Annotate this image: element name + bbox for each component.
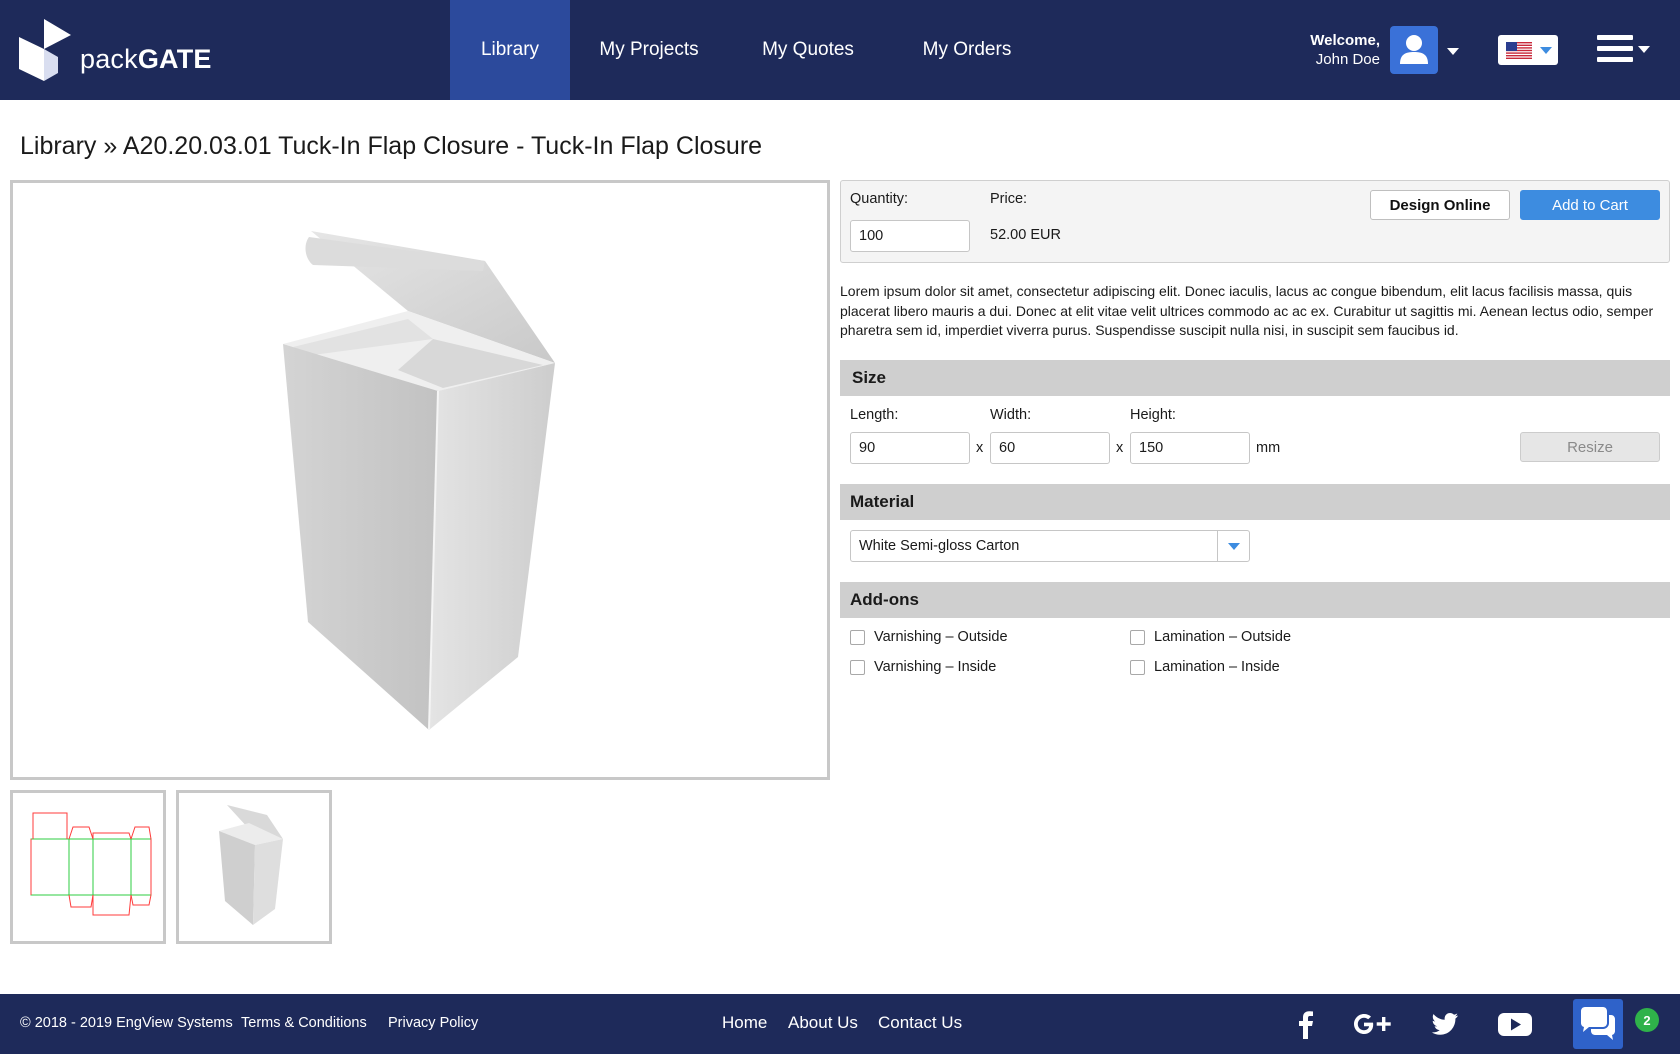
addon-lamination-outside[interactable]: Lamination – Outside (1130, 629, 1291, 645)
material-dropdown-toggle[interactable] (1217, 531, 1249, 561)
size-unit: mm (1256, 440, 1281, 456)
addon-label: Lamination – Inside (1154, 659, 1280, 675)
breadcrumb-separator: » (103, 132, 118, 160)
resize-button[interactable]: Resize (1520, 432, 1660, 462)
size-separator: x (1116, 440, 1124, 456)
price-value: 52.00 EUR (990, 227, 1061, 243)
addon-label: Varnishing – Inside (874, 659, 997, 675)
main-nav: Library My Projects My Quotes My Orders (450, 0, 1046, 100)
material-select[interactable]: White Semi-gloss Carton (850, 530, 1250, 562)
main-menu-button[interactable] (1597, 35, 1633, 65)
nav-my-projects[interactable]: My Projects (570, 0, 728, 100)
terms-link[interactable]: Terms & Conditions (241, 1015, 367, 1031)
quantity-input[interactable] (850, 220, 970, 252)
user-icon (1400, 35, 1428, 64)
checkbox[interactable] (1130, 659, 1145, 675)
thumbnail-dieline[interactable] (10, 790, 166, 944)
youtube-icon[interactable] (1497, 1009, 1533, 1039)
welcome-text: Welcome, John Doe (1300, 31, 1380, 69)
addon-lamination-inside[interactable]: Lamination – Inside (1130, 659, 1280, 675)
language-selector[interactable] (1498, 35, 1558, 65)
nav-my-quotes[interactable]: My Quotes (728, 0, 888, 100)
chat-count-badge: 2 (1635, 1008, 1659, 1032)
size-separator: x (976, 440, 984, 456)
addon-label: Lamination – Outside (1154, 629, 1292, 645)
checkbox[interactable] (850, 659, 865, 675)
design-online-button[interactable]: Design Online (1370, 190, 1510, 220)
main-menu-chevron-down-icon[interactable] (1638, 46, 1650, 53)
footer-home-link[interactable]: Home (722, 1013, 767, 1033)
user-avatar-button[interactable] (1390, 26, 1438, 74)
material-selected-value: White Semi-gloss Carton (859, 538, 1020, 554)
breadcrumb: Library » A20.20.03.01 Tuck-In Flap Clos… (20, 132, 762, 161)
height-label: Height: (1130, 407, 1176, 423)
add-to-cart-button[interactable]: Add to Cart (1520, 190, 1660, 220)
checkbox[interactable] (1130, 629, 1145, 645)
size-section-header: Size (840, 360, 1670, 396)
brand-name[interactable]: packGATE (80, 44, 212, 75)
product-description: Lorem ipsum dolor sit amet, consectetur … (840, 283, 1654, 338)
material-section-header: Material (840, 484, 1670, 520)
footer-about-link[interactable]: About Us (788, 1013, 858, 1033)
price-label: Price: (990, 191, 1028, 207)
footer-contact-link[interactable]: Contact Us (878, 1013, 962, 1033)
breadcrumb-library-link[interactable]: Library (20, 132, 96, 160)
addons-section-header: Add-ons (840, 582, 1670, 618)
google-plus-icon[interactable] (1351, 1009, 1393, 1039)
length-input[interactable] (850, 432, 970, 464)
quantity-label: Quantity: (850, 191, 909, 207)
language-chevron-down-icon (1540, 47, 1552, 54)
facebook-icon[interactable] (1298, 1009, 1314, 1039)
dieline-icon (30, 812, 152, 916)
page-title: A20.20.03.01 Tuck-In Flap Closure - Tuck… (122, 132, 763, 160)
width-label: Width: (990, 407, 1032, 423)
nav-my-orders[interactable]: My Orders (888, 0, 1046, 100)
height-input[interactable] (1130, 432, 1250, 464)
footer: © 2018 - 2019 EngView Systems Terms & Co… (0, 994, 1680, 1054)
user-name: John Doe (1315, 51, 1380, 68)
welcome-label: Welcome, (1310, 32, 1380, 49)
width-input[interactable] (990, 432, 1110, 464)
model-viewer[interactable] (10, 180, 830, 780)
box-thumbnail-icon (219, 805, 283, 925)
us-flag-icon (1506, 42, 1532, 59)
hamburger-icon (1597, 35, 1633, 62)
chevron-down-icon (1228, 543, 1240, 550)
top-navigation-bar: packGATE Library My Projects My Quotes M… (0, 0, 1680, 100)
chat-icon (1581, 1007, 1615, 1040)
user-menu-chevron-down-icon[interactable] (1447, 48, 1459, 55)
copyright-text: © 2018 - 2019 EngView Systems (20, 1015, 233, 1031)
thumbnail-3d-model[interactable] (176, 790, 332, 944)
addon-varnishing-inside[interactable]: Varnishing – Inside (850, 659, 996, 675)
length-label: Length: (850, 407, 899, 423)
chat-button[interactable] (1573, 999, 1623, 1049)
addon-varnishing-outside[interactable]: Varnishing – Outside (850, 629, 1008, 645)
checkbox[interactable] (850, 629, 865, 645)
packgate-logo-icon[interactable] (19, 19, 79, 81)
nav-library[interactable]: Library (450, 0, 570, 100)
privacy-link[interactable]: Privacy Policy (388, 1015, 478, 1031)
addon-label: Varnishing – Outside (874, 629, 1008, 645)
twitter-icon[interactable] (1430, 1009, 1460, 1039)
box-3d-render (283, 231, 555, 731)
